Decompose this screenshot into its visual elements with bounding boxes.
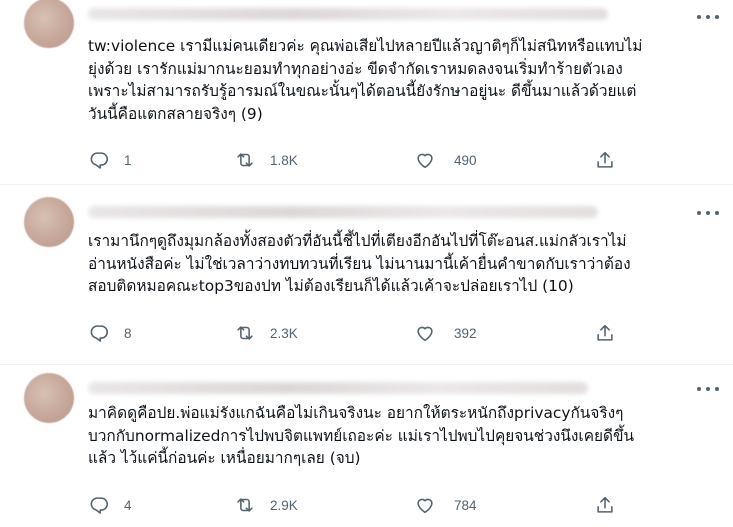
retweet-count: 2.9K (270, 497, 298, 513)
like-count: 490 (454, 152, 477, 168)
tweet-text-line: เพราะไม่สามารถรับรู้อารมณ์ในขณะนั้นๆได้ต… (88, 82, 637, 100)
tweet-actions: 4 2.9K 784 (88, 493, 633, 517)
retweet-count: 1.8K (270, 152, 298, 168)
tweet-text-line: อ่านหนังสือค่ะ ไม่ใช่เวลาว่างทบทวนที่เรี… (88, 254, 631, 273)
tweet[interactable]: เรามานึกๆดูถึงมุมกล้องทั้งสองตัวที่อันนี… (0, 185, 733, 365)
reply-count: 8 (124, 325, 132, 341)
like-button[interactable]: 392 (414, 321, 477, 345)
tweet-text: tw:violence เรามีแม่คนเดียวค่ะ คุณพ่อเสี… (88, 35, 728, 125)
more-icon[interactable] (697, 10, 719, 24)
avatar[interactable] (24, 373, 74, 423)
heart-icon (417, 153, 433, 169)
tweet-text-line: เรามานึกๆดูถึงมุมกล้องทั้งสองตัวที่อันนี… (88, 232, 627, 250)
retweet-button[interactable]: 1.8K (234, 148, 298, 172)
reply-icon (90, 497, 109, 514)
retweet-button[interactable]: 2.9K (234, 493, 298, 517)
retweet-button[interactable]: 2.3K (234, 321, 298, 345)
share-icon (597, 151, 613, 168)
avatar[interactable] (24, 0, 74, 48)
redacted-username (88, 8, 608, 20)
tweet-text: มาคิดดูคือปย.พ่อแม่รังแกฉันคือไม่เกินจริ… (88, 402, 728, 470)
redacted-username (88, 382, 588, 394)
tweet[interactable]: tw:violence เรามีแม่คนเดียวค่ะ คุณพ่อเสี… (0, 0, 733, 185)
retweet-icon (237, 498, 253, 512)
reply-icon (90, 152, 109, 169)
tweet-actions: 1 1.8K 490 (88, 148, 633, 172)
tweet-text-line: สอบติดหมอคณะtop3ของปท ไม่ต้องเรียนก็ได้แ… (88, 277, 574, 295)
like-count: 392 (454, 325, 477, 341)
reply-icon (90, 325, 109, 342)
tweet-text-line: แล้ว ไว้แค่นี้ก่อนค่ะ เหนื่อยมากๆเลย (จบ… (88, 449, 361, 467)
more-icon[interactable] (697, 206, 719, 220)
like-button[interactable]: 490 (414, 148, 477, 172)
like-count: 784 (454, 497, 477, 513)
tweet-text-line: tw:violence เรามีแม่คนเดียวค่ะ คุณพ่อเสี… (88, 37, 643, 55)
like-button[interactable]: 784 (414, 493, 477, 517)
share-button[interactable] (594, 321, 616, 345)
tweet-text-line: บวกกับnormalizedการไปพบจิตแพทย์เถอะค่ะ แ… (88, 426, 635, 445)
redacted-username (88, 206, 598, 218)
heart-icon (417, 326, 433, 342)
retweet-icon (237, 326, 253, 340)
tweet[interactable]: มาคิดดูคือปย.พ่อแม่รังแกฉันคือไม่เกินจริ… (0, 365, 733, 527)
tweet-actions: 8 2.3K 392 (88, 321, 633, 345)
reply-button[interactable]: 4 (88, 493, 132, 517)
tweet-text-line: มาคิดดูคือปย.พ่อแม่รังแกฉันคือไม่เกินจริ… (88, 404, 624, 422)
share-button[interactable] (594, 493, 616, 517)
heart-icon (417, 498, 433, 514)
reply-count: 4 (124, 497, 132, 513)
retweet-count: 2.3K (270, 325, 298, 341)
reply-button[interactable]: 8 (88, 321, 132, 345)
more-icon[interactable] (697, 382, 719, 396)
retweet-icon (237, 153, 253, 167)
tweet-text-line: ยุ่งด้วย เรารักแม่มากนะยอมทำทุกอย่างอ่ะ … (88, 59, 623, 78)
tweet-text: เรามานึกๆดูถึงมุมกล้องทั้งสองตัวที่อันนี… (88, 230, 728, 298)
share-icon (597, 324, 613, 341)
tweet-text-line: วันนี้คือแตกสลายจริงๆ (9) (88, 104, 263, 123)
avatar[interactable] (24, 197, 74, 247)
reply-count: 1 (124, 152, 132, 168)
reply-button[interactable]: 1 (88, 148, 132, 172)
share-button[interactable] (594, 148, 616, 172)
tweet-feed: tw:violence เรามีแม่คนเดียวค่ะ คุณพ่อเสี… (0, 0, 733, 527)
share-icon (597, 496, 613, 513)
